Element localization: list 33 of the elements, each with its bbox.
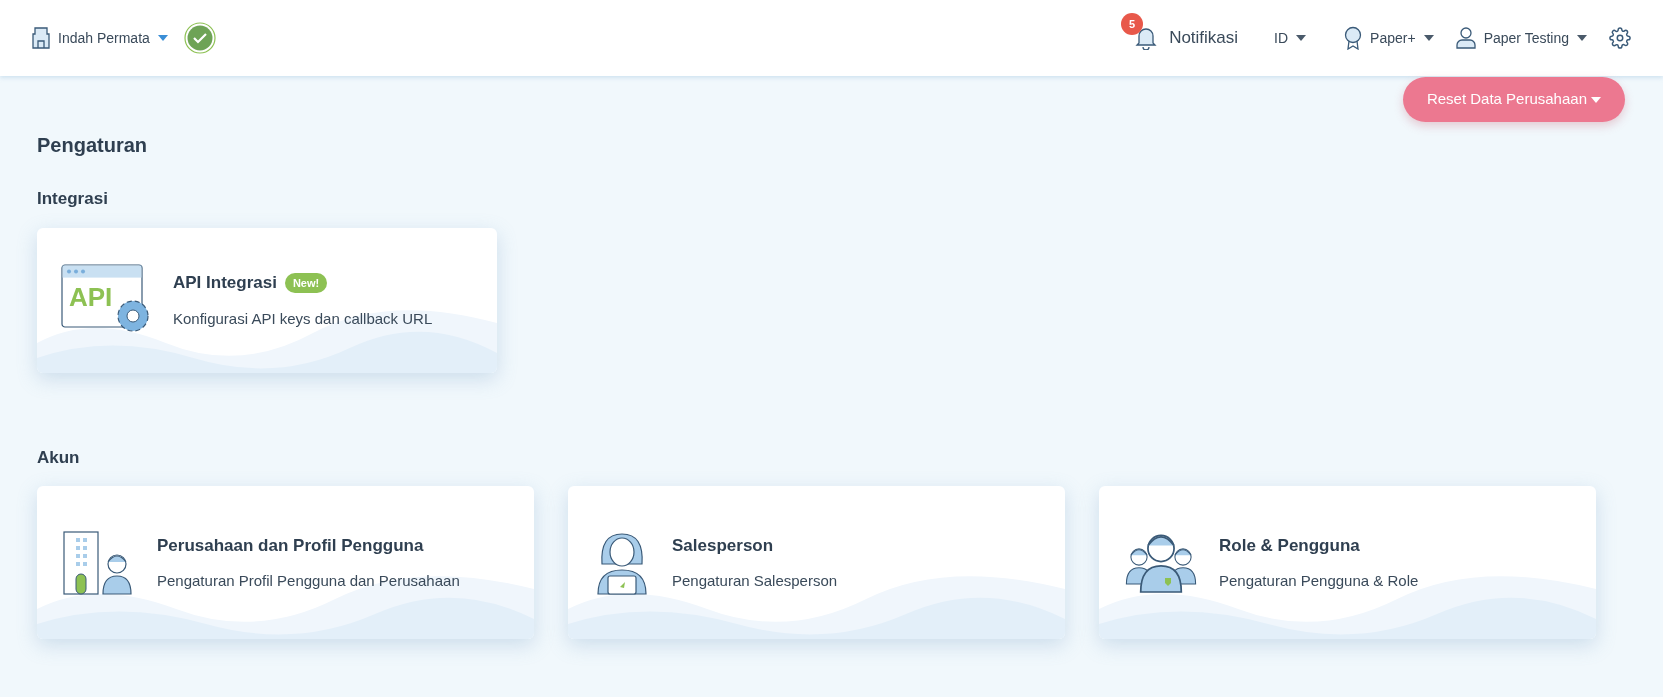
caret-icon [1423, 35, 1434, 41]
plan-selector[interactable]: Paper+ [1344, 26, 1434, 50]
page-title: Pengaturan [37, 133, 149, 158]
card-title: Role & Pengguna [1219, 534, 1360, 557]
award-icon [1344, 26, 1363, 50]
section-title: Akun [37, 446, 81, 469]
user-icon [1455, 27, 1476, 49]
company-selector[interactable]: Indah Permata [32, 27, 168, 49]
caret-icon [1296, 35, 1307, 41]
settings-card[interactable]: API API Integrasi New! Konfigurasi API keys dan callback URL [37, 227, 497, 373]
card-description: Pengaturan Profil Pengguna dan Perusahaan [157, 571, 460, 591]
card-title: Salesperson [672, 534, 774, 557]
settings-card[interactable]: Perusahaan dan Profil Pengguna Pengaturan Profil Pengguna dan Perusahaan [37, 486, 534, 639]
notification-count-badge: 5 [1121, 13, 1144, 36]
language-selector[interactable]: ID [1274, 27, 1307, 49]
card-description: Pengaturan Pengguna & Role [1219, 571, 1419, 591]
caret-icon [1577, 35, 1587, 41]
settings-card[interactable]: Salesperson Pengaturan Salesperson [568, 486, 1065, 639]
caret-icon [1591, 96, 1601, 103]
card-description: Pengaturan Salesperson [672, 571, 838, 591]
user-menu[interactable]: Paper Testing [1455, 27, 1587, 49]
new-badge: New! [284, 272, 328, 293]
settings-icon [1609, 27, 1631, 49]
section-title: Integrasi [37, 188, 109, 210]
card-title: Perusahaan dan Profil Pengguna [157, 534, 424, 557]
settings-button[interactable] [1609, 27, 1631, 49]
api-label: API [69, 284, 113, 310]
card-title: API Integrasi [173, 272, 277, 294]
bell-icon [1135, 26, 1158, 50]
card-description: Konfigurasi API keys dan callback URL [173, 308, 433, 329]
caret-icon [157, 35, 168, 41]
building-icon [32, 27, 50, 49]
settings-card[interactable]: Role & Pengguna Pengaturan Pengguna & Role [1099, 486, 1596, 639]
